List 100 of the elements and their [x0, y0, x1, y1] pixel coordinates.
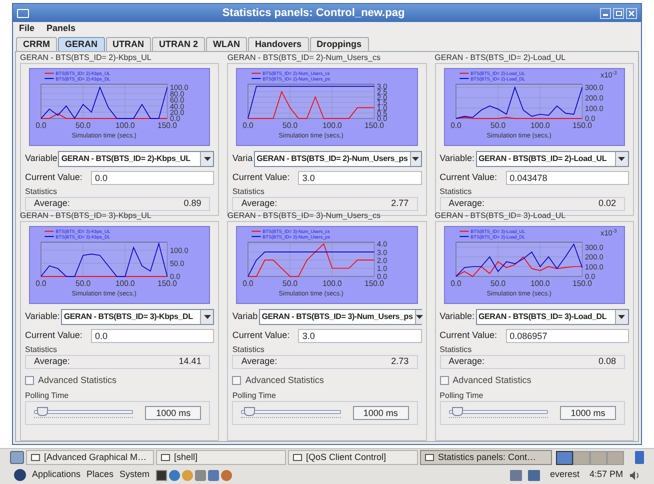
workspace-switcher[interactable] — [556, 450, 624, 464]
taskbar-button[interactable]: [QoS Client Control] — [288, 450, 418, 465]
average-label: Average: — [241, 355, 278, 368]
variable-label: Variable: — [440, 152, 475, 166]
volume-icon[interactable] — [629, 470, 640, 480]
statistics-label: Statistics — [25, 345, 58, 355]
average-value: 2.73 — [391, 355, 409, 368]
variable-dropdown[interactable]: GERAN - BTS(BTS_ID= 3)-Num_Users_ps — [258, 309, 422, 325]
y-tick-label: 0.0 — [377, 114, 388, 124]
polling-value: 1000 ms — [145, 406, 202, 420]
y-tick-label: 200.0 — [584, 93, 603, 103]
current-value-label: Current Value: — [232, 171, 291, 184]
checkbox-label: Advanced Statistics — [245, 374, 324, 387]
show-desktop-icon[interactable] — [10, 451, 24, 464]
current-value-field[interactable]: 0.043478 — [506, 171, 629, 185]
tab[interactable]: UTRAN — [106, 37, 152, 51]
current-value-field[interactable]: 3.0 — [298, 171, 422, 185]
panel-title: GERAN - BTS(BTS_ID= 2)-Num_Users_cs — [227, 53, 382, 63]
y-tick-label: 0.0 — [584, 114, 595, 124]
y-tick-label: 2.0 — [377, 256, 388, 265]
menu-item[interactable]: File — [17, 22, 37, 36]
window-title: Statistics panels: Control_new.pag — [221, 6, 406, 21]
slider-thumb[interactable] — [452, 406, 463, 416]
polling-slider[interactable] — [241, 404, 341, 420]
y-tick-label: 3.0 — [377, 248, 388, 257]
y-tick-label: 50.0 — [170, 258, 184, 268]
close-icon[interactable] — [626, 8, 637, 18]
scale-label: x10$^{-3}$ — [600, 228, 616, 238]
current-value-label: Current Value: — [25, 171, 84, 184]
polling-slider[interactable] — [448, 404, 548, 420]
variable-dropdown[interactable]: GERAN - BTS(BTS_ID= 2)-Num_Users_ps — [254, 151, 422, 167]
average-value: 0.08 — [598, 355, 616, 368]
tab[interactable]: Handovers — [248, 37, 309, 51]
polling-time-label: Polling Time — [232, 390, 277, 400]
variable-dropdown[interactable]: GERAN - BTS(BTS_ID= 2)-Load_UL — [476, 151, 629, 167]
variable-dropdown[interactable]: GERAN - BTS(BTS_ID= 2)-Kbps_UL — [58, 151, 214, 167]
current-value-field[interactable]: 0.0 — [91, 171, 214, 185]
panel-menu-item[interactable]: System — [120, 468, 150, 482]
current-value-label: Current Value: — [440, 329, 498, 342]
launcher-icons[interactable] — [156, 470, 232, 480]
taskbar-button[interactable]: [Advanced Graphical M… — [26, 450, 154, 465]
checkbox[interactable] — [25, 376, 34, 386]
slider-thumb[interactable] — [36, 406, 48, 416]
tab[interactable]: CRRM — [16, 37, 57, 51]
y-tick-label: 0.0 — [170, 272, 180, 282]
taskbar-button[interactable]: Statistics panels: Cont… — [420, 450, 552, 465]
taskbar-button[interactable]: [shell] — [156, 450, 286, 465]
average-value: 0.02 — [598, 197, 616, 210]
minimize-icon[interactable] — [600, 8, 611, 18]
statistics-label: Statistics — [440, 187, 473, 197]
variable-label: Variable: — [25, 310, 60, 324]
tab[interactable]: WLAN — [206, 37, 248, 51]
y-tick-label: 0.0 — [377, 272, 388, 282]
average-value: 14.41 — [178, 355, 202, 368]
panel-title: GERAN - BTS(BTS_ID= 3)-Load_UL — [434, 211, 567, 221]
current-value-field[interactable]: 0.0 — [91, 329, 214, 343]
current-value-field[interactable]: 3.0 — [298, 329, 422, 343]
polling-value: 1000 ms — [352, 406, 409, 420]
average-label: Average: — [448, 355, 485, 368]
variable-label: Variable — [25, 152, 58, 166]
average-value: 0.89 — [184, 197, 202, 210]
variable-label: Varia — [232, 152, 253, 166]
window-menu-icon[interactable] — [17, 8, 29, 18]
slider-thumb[interactable] — [244, 406, 256, 416]
panel-title: GERAN - BTS(BTS_ID= 2)-Kbps_UL — [20, 53, 152, 63]
checkbox[interactable] — [440, 376, 449, 386]
window-icon — [425, 454, 434, 461]
menu-item[interactable]: Panels — [44, 22, 78, 36]
polling-time-label: Polling Time — [440, 390, 484, 400]
variable-dropdown[interactable]: GERAN - BTS(BTS_ID= 3)-Load_DL — [476, 309, 629, 325]
polling-time-label: Polling Time — [25, 390, 70, 400]
panel-menu-item[interactable]: Places — [86, 468, 114, 482]
y-tick-label: 300.0 — [584, 83, 603, 92]
average-value: 2.77 — [391, 197, 409, 210]
checkbox[interactable] — [232, 376, 242, 386]
current-value-field[interactable]: 0.086957 — [506, 329, 629, 343]
panel-menu-item[interactable]: Applications — [32, 468, 81, 482]
variable-dropdown[interactable]: GERAN - BTS(BTS_ID= 3)-Kbps_DL — [60, 309, 214, 325]
tab[interactable]: GERAN — [58, 37, 105, 51]
window-icon — [31, 454, 40, 461]
tab[interactable]: Droppings — [310, 37, 369, 51]
scale-label: x10$^{-3}$ — [600, 70, 616, 80]
checkbox-label: Advanced Statistics — [38, 374, 117, 387]
y-tick-label: 4.0 — [377, 240, 388, 249]
maximize-icon[interactable] — [613, 8, 624, 18]
user-name: everest — [550, 468, 580, 482]
panel-title: GERAN - BTS(BTS_ID= 3)-Num_Users_cs — [227, 211, 382, 221]
statistics-label: Statistics — [440, 345, 473, 355]
variable-label: Variable: — [440, 310, 475, 324]
clock[interactable]: 4:57 PM — [589, 468, 623, 482]
average-label: Average: — [34, 355, 70, 368]
current-value-label: Current Value: — [440, 171, 498, 184]
tab[interactable]: UTRAN 2 — [152, 37, 206, 51]
panel-title: GERAN - BTS(BTS_ID= 2)-Load_UL — [434, 53, 567, 63]
polling-slider[interactable] — [34, 404, 134, 420]
window-icon — [161, 454, 170, 461]
statistics-label: Statistics — [232, 187, 266, 197]
checkbox-label: Advanced Statistics — [452, 374, 532, 387]
polling-value: 1000 ms — [560, 406, 616, 420]
y-tick-label: 0.0 — [170, 114, 180, 124]
